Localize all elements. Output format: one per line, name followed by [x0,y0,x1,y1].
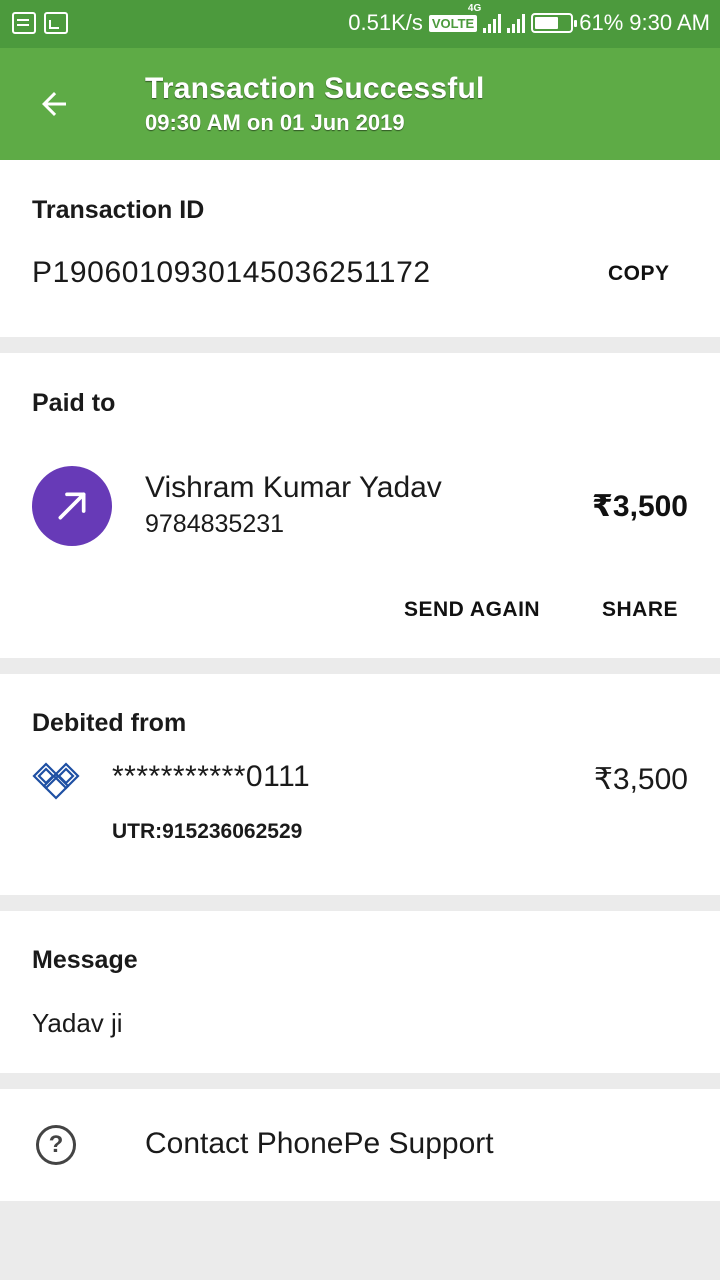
status-bar-notifications [12,12,68,34]
transaction-datetime: 09:30 AM on 01 Jun 2019 [145,110,405,135]
back-button[interactable] [28,78,80,130]
payee-avatar [32,466,112,546]
status-bar: 0.51K/s VOLTE 4G 61% 9:30 AM [0,0,720,48]
send-again-button[interactable]: SEND AGAIN [404,598,540,622]
paid-to-label: Paid to [32,389,116,417]
signal-1-icon [483,13,502,33]
screenshot-notification-icon [44,12,68,34]
paid-to-card: Paid to Vishram Kumar Yadav 9784835231 ₹… [0,353,720,658]
status-bar-indicators: 0.51K/s VOLTE 4G 61% 9:30 AM [348,3,710,36]
utr-number: UTR:915236062529 [112,820,303,843]
transaction-id-card: Transaction ID P1906010930145036251172 C… [0,160,720,337]
payee-name: Vishram Kumar Yadav [145,471,442,504]
share-button[interactable]: SHARE [602,598,678,622]
battery-icon [531,13,578,33]
debited-from-label: Debited from [32,709,187,737]
network-type: 4G [467,2,482,14]
arrow-up-right-icon [58,492,86,520]
debited-from-card: Debited from ***********0111 UTR:9152360… [0,674,720,895]
signal-2-icon [507,13,526,33]
debited-account-number: ***********0111 [112,760,311,793]
clock: 9:30 AM [629,10,710,35]
app-bar: Transaction Successful 09:30 AM on 01 Ju… [0,48,720,160]
battery-level: 61% [579,10,624,35]
debited-amount: ₹3,500 [593,763,688,796]
net-speed: 0.51K/s [348,10,423,35]
arrow-left-icon [42,92,66,116]
contact-support-row[interactable]: ? Contact PhonePe Support [0,1089,720,1201]
message-notification-icon [12,12,36,34]
transaction-id-value: P1906010930145036251172 [32,256,431,289]
volte-badge: VOLTE 4G [428,3,481,32]
message-text: Yadav ji [32,1008,123,1038]
payee-phone: 9784835231 [145,510,285,538]
transaction-id-label: Transaction ID [32,196,205,224]
contact-support-label: Contact PhonePe Support [145,1127,494,1160]
header-title-block: Transaction Successful 09:30 AM on 01 Ju… [145,72,485,136]
paid-amount: ₹3,500 [592,490,688,523]
page-title: Transaction Successful [145,72,485,105]
help-circle-icon: ? [36,1125,76,1165]
bank-logo-icon [32,762,80,800]
message-card: Message Yadav ji [0,911,720,1073]
message-label: Message [32,946,138,974]
copy-button[interactable]: COPY [608,262,670,286]
